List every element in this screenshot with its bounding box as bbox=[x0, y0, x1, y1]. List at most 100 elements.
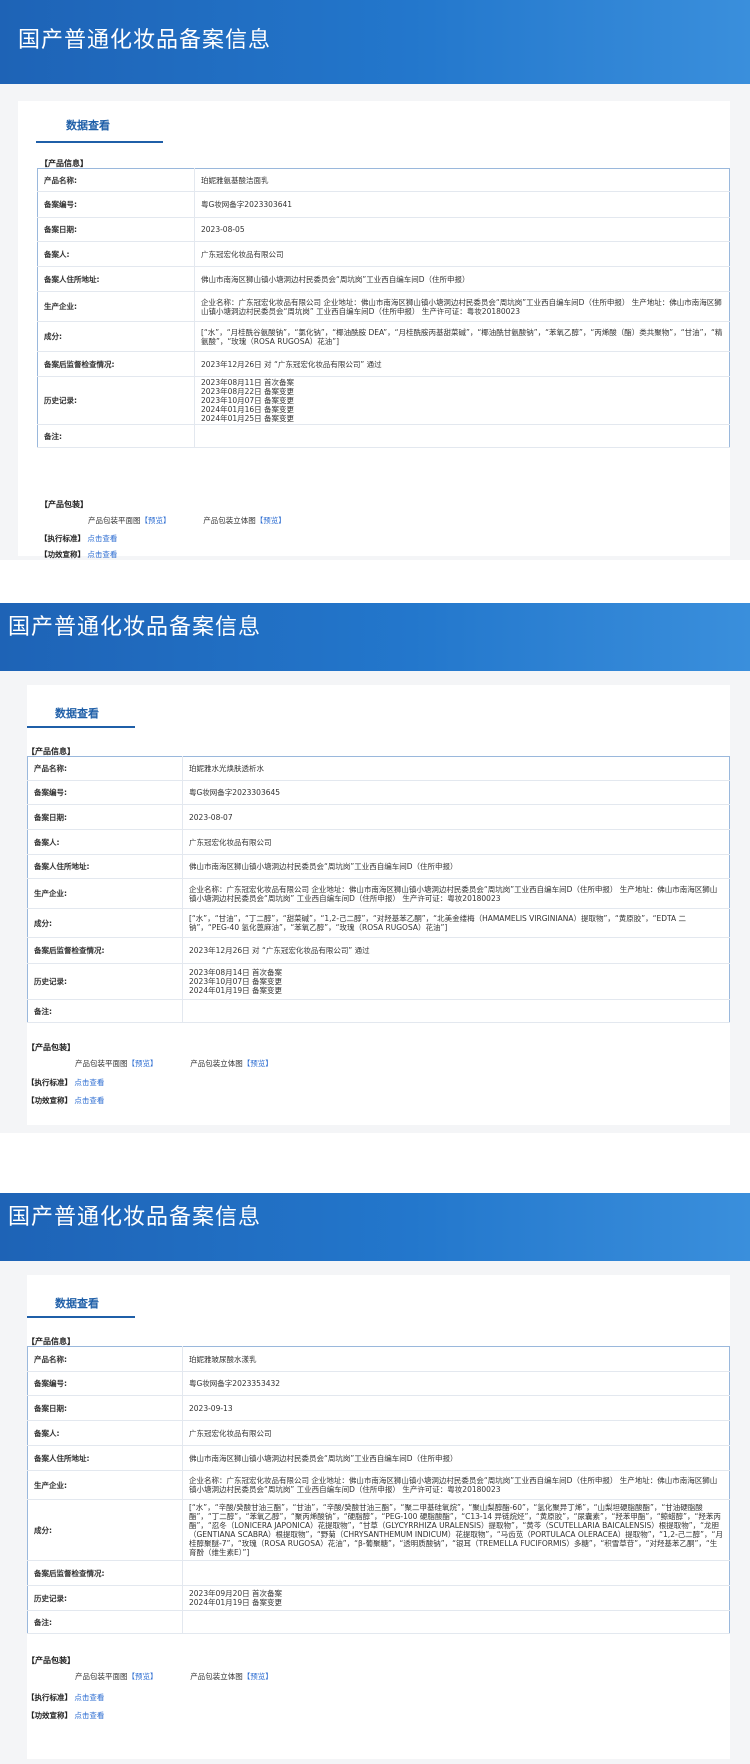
package-3d-label: 产品包装立体图 bbox=[190, 1059, 243, 1068]
tab-data-view[interactable]: 数据查看 bbox=[55, 705, 99, 721]
table-row: 备案人: 广东冠宏化妆品有限公司 bbox=[27, 829, 730, 855]
tab-active-indicator bbox=[36, 141, 163, 143]
row-label: 备案人: bbox=[27, 1420, 183, 1446]
table-row: 备注: bbox=[27, 999, 730, 1023]
effect-claim-link[interactable]: 点击查看 bbox=[87, 550, 117, 559]
table-row: 成分: [“水”，“甘油”，“丁二醇”，“甜菜碱”，“1,2-己二醇”，“对羟基苯… bbox=[27, 908, 730, 938]
table-row: 备注: bbox=[37, 424, 730, 448]
package-flat-row: 产品包装平面图【预览】 产品包装立体图【预览】 bbox=[75, 1671, 273, 1682]
package-3d-preview-link[interactable]: 【预览】 bbox=[243, 1059, 273, 1068]
row-value: 佛山市南海区狮山镇小塘洞边村民委员会“周坑岗”工业西自编车间D（住所申报） bbox=[194, 266, 730, 292]
exec-standard-row: 【执行标准】 点击查看 bbox=[27, 1692, 104, 1703]
exec-standard-link[interactable]: 点击查看 bbox=[87, 534, 117, 543]
package-flat-label: 产品包装平面图 bbox=[75, 1672, 128, 1681]
effect-claim-link[interactable]: 点击查看 bbox=[74, 1711, 104, 1720]
table-row: 备案后监督检查情况: 2023年12月26日 对 “广东冠宏化妆品有限公司” 通过 bbox=[27, 937, 730, 964]
row-label: 产品名称: bbox=[27, 1346, 183, 1372]
detail-card: 数据查看 【产品信息】 产品名称: 珀妮雅水光焕肤透析水 备案编号: 粤G妆网备字2… bbox=[27, 685, 730, 1125]
table-row: 备案日期: 2023-08-05 bbox=[37, 217, 730, 242]
effect-claim-label: 【功效宣称】 bbox=[27, 1711, 72, 1720]
row-value: 2023年08月14日 首次备案 2023年10月07日 备案变更 2024年0… bbox=[182, 963, 730, 1000]
row-label: 备注: bbox=[27, 999, 183, 1023]
row-value: 企业名称：广东冠宏化妆品有限公司 企业地址：佛山市南海区狮山镇小塘洞边村民委员会… bbox=[194, 291, 730, 322]
row-label: 备案日期: bbox=[27, 1395, 183, 1421]
package-flat-preview-link[interactable]: 【预览】 bbox=[128, 1672, 158, 1681]
page-title: 国产普通化妆品备案信息 bbox=[8, 1205, 262, 1230]
row-label: 备案编号: bbox=[37, 191, 195, 218]
table-row: 备案人住所地址: 佛山市南海区狮山镇小塘洞边村民委员会“周坑岗”工业西自编车间D（… bbox=[27, 854, 730, 879]
row-label: 备案编号: bbox=[27, 780, 183, 805]
table-row: 成分: [“水”，“月桂酰谷氨酸钠”，“氯化钠”，“椰油酰胺 DEA”，“月桂酰胺… bbox=[37, 321, 730, 352]
table-row: 备案人: 广东冠宏化妆品有限公司 bbox=[37, 241, 730, 267]
exec-standard-label: 【执行标准】 bbox=[27, 1693, 72, 1702]
table-row: 备案后监督检查情况: bbox=[27, 1560, 730, 1586]
table-row: 历史记录: 2023年08月11日 首次备案 2023年08月22日 备案变更 2… bbox=[37, 376, 730, 425]
row-value: [“水”，“甘油”，“丁二醇”，“甜菜碱”，“1,2-己二醇”，“对羟基苯乙酮”… bbox=[182, 908, 730, 938]
row-label: 备案后监督检查情况: bbox=[27, 1560, 183, 1586]
package-3d-preview-link[interactable]: 【预览】 bbox=[243, 1672, 273, 1681]
row-value: 广东冠宏化妆品有限公司 bbox=[182, 829, 730, 855]
exec-standard-link[interactable]: 点击查看 bbox=[74, 1693, 104, 1702]
row-label: 备注: bbox=[27, 1610, 183, 1634]
row-value: 珀妮雅玻尿酸水漾乳 bbox=[182, 1346, 730, 1372]
row-value: 2023年12月26日 对 “广东冠宏化妆品有限公司” 通过 bbox=[194, 351, 730, 377]
table-row: 备案编号: 粤G妆网备字2023303641 bbox=[37, 191, 730, 218]
table-row: 历史记录: 2023年08月14日 首次备案 2023年10月07日 备案变更 2… bbox=[27, 963, 730, 1000]
content-area: 数据查看 【产品信息】 产品名称: 珀妮雅玻尿酸水漾乳 备案编号: 粤G妆网备字20… bbox=[0, 1261, 750, 1764]
row-value: [“水”，“辛酸/癸酸甘油三酯”，“甘油”，“辛酸/癸酸甘油三酯”，“聚二甲基硅… bbox=[182, 1499, 730, 1561]
tab-active-indicator bbox=[27, 726, 135, 728]
tab-data-view[interactable]: 数据查看 bbox=[66, 117, 110, 133]
row-label: 历史记录: bbox=[27, 1585, 183, 1611]
content-area: 数据查看 【产品信息】 产品名称: 珀妮雅氨基酸洁面乳 备案编号: 粤G妆网备字20… bbox=[0, 84, 750, 560]
table-row: 生产企业: 企业名称：广东冠宏化妆品有限公司 企业地址：佛山市南海区狮山镇小塘洞边… bbox=[37, 291, 730, 322]
row-label: 备案人住所地址: bbox=[37, 266, 195, 292]
table-row: 备案后监督检查情况: 2023年12月26日 对 “广东冠宏化妆品有限公司” 通过 bbox=[37, 351, 730, 377]
package-flat-preview-link[interactable]: 【预览】 bbox=[128, 1059, 158, 1068]
row-value: 粤G妆网备字2023303641 bbox=[194, 191, 730, 218]
row-value: 广东冠宏化妆品有限公司 bbox=[182, 1420, 730, 1446]
table-row: 产品名称: 珀妮雅氨基酸洁面乳 bbox=[37, 168, 730, 192]
package-heading: 【产品包装】 bbox=[40, 500, 88, 509]
package-flat-label: 产品包装平面图 bbox=[75, 1059, 128, 1068]
row-label: 生产企业: bbox=[37, 291, 195, 322]
product-info-table: 产品名称: 珀妮雅水光焕肤透析水 备案编号: 粤G妆网备字2023303645 备案… bbox=[27, 756, 730, 1023]
exec-standard-link[interactable]: 点击查看 bbox=[74, 1078, 104, 1087]
table-row: 产品名称: 珀妮雅水光焕肤透析水 bbox=[27, 756, 730, 781]
row-label: 备案人: bbox=[27, 829, 183, 855]
table-row: 生产企业: 企业名称：广东冠宏化妆品有限公司 企业地址：佛山市南海区狮山镇小塘洞边… bbox=[27, 1470, 730, 1500]
table-row: 备案人住所地址: 佛山市南海区狮山镇小塘洞边村民委员会“周坑岗”工业西自编车间D（… bbox=[27, 1445, 730, 1471]
effect-claim-row: 【功效宣称】 点击查看 bbox=[27, 1095, 104, 1106]
row-label: 备案编号: bbox=[27, 1371, 183, 1396]
row-value bbox=[182, 1560, 730, 1586]
tab-data-view[interactable]: 数据查看 bbox=[55, 1295, 99, 1311]
row-value: 珀妮雅氨基酸洁面乳 bbox=[194, 168, 730, 192]
row-value: 佛山市南海区狮山镇小塘洞边村民委员会“周坑岗”工业西自编车间D（住所申报） bbox=[182, 1445, 730, 1471]
package-flat-row: 产品包装平面图【预览】 产品包装立体图【预览】 bbox=[88, 515, 286, 526]
row-value: 广东冠宏化妆品有限公司 bbox=[194, 241, 730, 267]
row-value bbox=[182, 1610, 730, 1634]
exec-standard-row: 【执行标准】 点击查看 bbox=[40, 533, 117, 544]
row-label: 备案日期: bbox=[37, 217, 195, 242]
row-value: 2023年12月26日 对 “广东冠宏化妆品有限公司” 通过 bbox=[182, 937, 730, 964]
table-row: 生产企业: 企业名称：广东冠宏化妆品有限公司 企业地址：佛山市南海区狮山镇小塘洞边… bbox=[27, 878, 730, 909]
effect-claim-label: 【功效宣称】 bbox=[40, 550, 85, 559]
package-flat-preview-link[interactable]: 【预览】 bbox=[141, 516, 171, 525]
exec-standard-label: 【执行标准】 bbox=[40, 534, 85, 543]
row-label: 备案日期: bbox=[27, 804, 183, 830]
package-3d-preview-link[interactable]: 【预览】 bbox=[256, 516, 286, 525]
row-label: 成分: bbox=[27, 1499, 183, 1561]
row-label: 备案人住所地址: bbox=[27, 854, 183, 879]
row-label: 产品名称: bbox=[37, 168, 195, 192]
detail-card: 数据查看 【产品信息】 产品名称: 珀妮雅玻尿酸水漾乳 备案编号: 粤G妆网备字20… bbox=[27, 1275, 730, 1759]
package-3d-label: 产品包装立体图 bbox=[190, 1672, 243, 1681]
effect-claim-link[interactable]: 点击查看 bbox=[74, 1096, 104, 1105]
table-row: 备案日期: 2023-08-07 bbox=[27, 804, 730, 830]
row-label: 生产企业: bbox=[27, 1470, 183, 1500]
row-value bbox=[182, 999, 730, 1023]
effect-claim-label: 【功效宣称】 bbox=[27, 1096, 72, 1105]
row-label: 备案后监督检查情况: bbox=[37, 351, 195, 377]
page-title: 国产普通化妆品备案信息 bbox=[8, 615, 262, 640]
table-row: 备注: bbox=[27, 1610, 730, 1634]
table-row: 历史记录: 2023年09月20日 首次备案 2024年01月19日 备案变更 bbox=[27, 1585, 730, 1611]
row-value: 2023-08-07 bbox=[182, 804, 730, 830]
